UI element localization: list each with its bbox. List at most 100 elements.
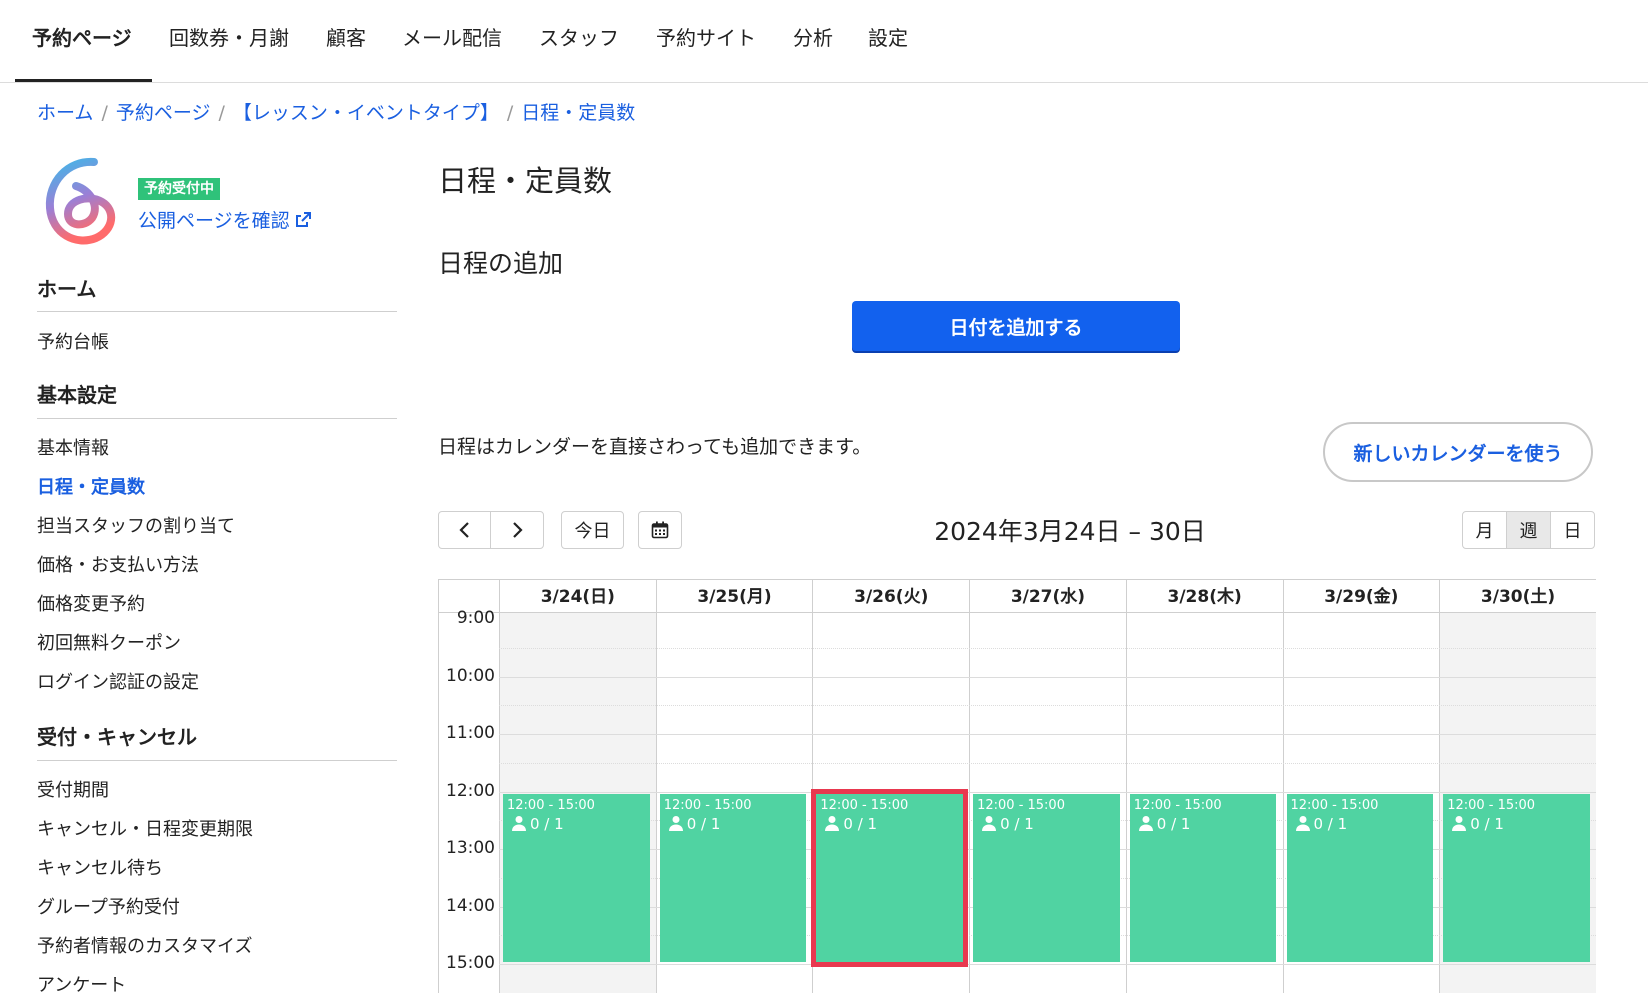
public-page-link-label: 公開ページを確認 <box>138 210 290 232</box>
breadcrumb-current: 日程・定員数 <box>521 102 635 124</box>
event-time: 12:00 - 15:00 <box>1291 797 1430 815</box>
schedule-event[interactable]: 12:00 - 15:000 / 1 <box>660 794 807 963</box>
nav-item-booking-site[interactable]: 予約サイト <box>656 22 756 51</box>
person-icon <box>668 815 684 831</box>
breadcrumb: ホーム/予約ページ/【レッスン・イベントタイプ】/日程・定員数 <box>37 98 635 125</box>
nav-item-analytics[interactable]: 分析 <box>793 22 833 51</box>
event-capacity-count: 0 / 1 <box>1000 815 1034 833</box>
day-header: 3/26(火) <box>812 580 969 612</box>
event-capacity-count: 0 / 1 <box>687 815 721 833</box>
event-capacity-count: 0 / 1 <box>1157 815 1191 833</box>
schedule-event[interactable]: 12:00 - 15:000 / 1 <box>973 794 1120 963</box>
sidebar-heading-reception-cancel: 受付・キャンセル <box>37 721 197 750</box>
time-label: 9:00 <box>439 608 495 628</box>
person-icon <box>981 815 997 831</box>
top-nav: 予約ページ 回数券・月謝 顧客 メール配信 スタッフ 予約サイト 分析 設定 <box>0 0 1648 83</box>
schedule-event[interactable]: 12:00 - 15:000 / 1 <box>1443 794 1590 963</box>
sidebar-divider <box>37 311 397 312</box>
breadcrumb-separator: / <box>218 102 224 124</box>
chevron-right-icon <box>510 521 524 539</box>
breadcrumb-home[interactable]: ホーム <box>37 102 93 124</box>
event-time: 12:00 - 15:00 <box>1447 797 1586 815</box>
external-link-icon <box>294 211 312 229</box>
nav-active-indicator <box>15 79 152 82</box>
event-capacity: 0 / 1 <box>1447 815 1586 833</box>
breadcrumb-reservation-page[interactable]: 予約ページ <box>116 102 211 124</box>
sidebar-item-reception-period[interactable]: 受付期間 <box>37 776 109 802</box>
schedule-event[interactable]: 12:00 - 15:000 / 1 <box>816 794 963 963</box>
nav-item-staff[interactable]: スタッフ <box>539 22 619 51</box>
calendar-icon <box>651 521 669 539</box>
sidebar-heading-basic-settings: 基本設定 <box>37 379 117 408</box>
event-capacity-count: 0 / 1 <box>843 815 877 833</box>
date-picker-button[interactable] <box>638 511 682 549</box>
person-icon <box>1138 815 1154 831</box>
nav-item-mail[interactable]: メール配信 <box>402 22 502 51</box>
schedule-event[interactable]: 12:00 - 15:000 / 1 <box>503 794 650 963</box>
sidebar-item-cancel-deadline[interactable]: キャンセル・日程変更期限 <box>37 815 253 841</box>
event-time: 12:00 - 15:00 <box>507 797 646 815</box>
event-time: 12:00 - 15:00 <box>820 797 959 815</box>
public-page-link[interactable]: 公開ページを確認 <box>138 206 312 233</box>
day-header: 3/24(日) <box>499 580 656 612</box>
view-day-button[interactable]: 日 <box>1550 511 1595 549</box>
nav-item-reservation-page[interactable]: 予約ページ <box>32 22 132 51</box>
time-label: 13:00 <box>439 838 495 858</box>
day-header: 3/27(水) <box>969 580 1126 612</box>
schedule-event[interactable]: 12:00 - 15:000 / 1 <box>1130 794 1277 963</box>
event-capacity: 0 / 1 <box>507 815 646 833</box>
hour-gridline <box>499 677 1596 678</box>
hour-gridline <box>499 734 1596 735</box>
today-button[interactable]: 今日 <box>561 511 624 549</box>
half-hour-gridline <box>499 763 1596 764</box>
time-label: 11:00 <box>439 723 495 743</box>
event-capacity: 0 / 1 <box>977 815 1116 833</box>
sidebar-item-login-auth[interactable]: ログイン認証の設定 <box>37 668 199 694</box>
hour-gridline <box>499 792 1596 793</box>
view-month-button[interactable]: 月 <box>1462 511 1507 549</box>
event-time: 12:00 - 15:00 <box>977 797 1116 815</box>
time-label: 15:00 <box>439 953 495 973</box>
brand-logo <box>38 156 122 250</box>
time-label: 10:00 <box>439 666 495 686</box>
sidebar-item-group-booking[interactable]: グループ予約受付 <box>37 893 180 919</box>
next-week-button[interactable] <box>490 511 544 549</box>
sidebar-item-price-payment[interactable]: 価格・お支払い方法 <box>37 551 199 577</box>
day-header: 3/25(月) <box>656 580 813 612</box>
half-hour-gridline <box>499 705 1596 706</box>
sidebar-item-price-change[interactable]: 価格変更予約 <box>37 590 145 616</box>
sidebar-item-staff-assignment[interactable]: 担当スタッフの割り当て <box>37 512 235 538</box>
section-title: 日程の追加 <box>438 244 563 280</box>
breadcrumb-separator: / <box>101 102 107 124</box>
week-range-title: 2024年3月24日 – 30日 <box>880 512 1260 548</box>
week-calendar: 3/24(日)3/25(月)3/26(火)3/27(水)3/28(木)3/29(… <box>438 579 1596 993</box>
sidebar-item-reservation-ledger[interactable]: 予約台帳 <box>37 328 109 354</box>
new-calendar-button[interactable]: 新しいカレンダーを使う <box>1323 422 1593 482</box>
day-header: 3/29(金) <box>1283 580 1440 612</box>
prev-week-button[interactable] <box>438 511 491 549</box>
person-icon <box>511 815 527 831</box>
event-capacity: 0 / 1 <box>820 815 959 833</box>
day-header: 3/28(木) <box>1126 580 1283 612</box>
nav-item-customers[interactable]: 顧客 <box>326 22 366 51</box>
view-week-button[interactable]: 週 <box>1506 511 1551 549</box>
sidebar-item-customer-info-custom[interactable]: 予約者情報のカスタマイズ <box>37 932 252 958</box>
breadcrumb-event-type[interactable]: 【レッスン・イベントタイプ】 <box>233 102 499 124</box>
nav-item-settings[interactable]: 設定 <box>868 22 908 51</box>
sidebar-item-waitlist[interactable]: キャンセル待ち <box>37 854 163 880</box>
time-label: 12:00 <box>439 781 495 801</box>
sidebar-item-schedule-capacity[interactable]: 日程・定員数 <box>37 473 145 499</box>
event-capacity: 0 / 1 <box>1291 815 1430 833</box>
schedule-event[interactable]: 12:00 - 15:000 / 1 <box>1287 794 1434 963</box>
time-label: 14:00 <box>439 896 495 916</box>
sidebar-divider <box>37 760 397 761</box>
sidebar-item-first-free-coupon[interactable]: 初回無料クーポン <box>37 629 181 655</box>
event-capacity-count: 0 / 1 <box>530 815 564 833</box>
sidebar-item-survey[interactable]: アンケート <box>37 971 126 997</box>
sidebar-divider <box>37 418 397 419</box>
hour-gridline <box>499 964 1596 965</box>
nav-item-tickets[interactable]: 回数券・月謝 <box>169 22 289 51</box>
sidebar-item-basic-info[interactable]: 基本情報 <box>37 434 109 460</box>
person-icon <box>1451 815 1467 831</box>
add-date-button[interactable]: 日付を追加する <box>852 301 1180 351</box>
